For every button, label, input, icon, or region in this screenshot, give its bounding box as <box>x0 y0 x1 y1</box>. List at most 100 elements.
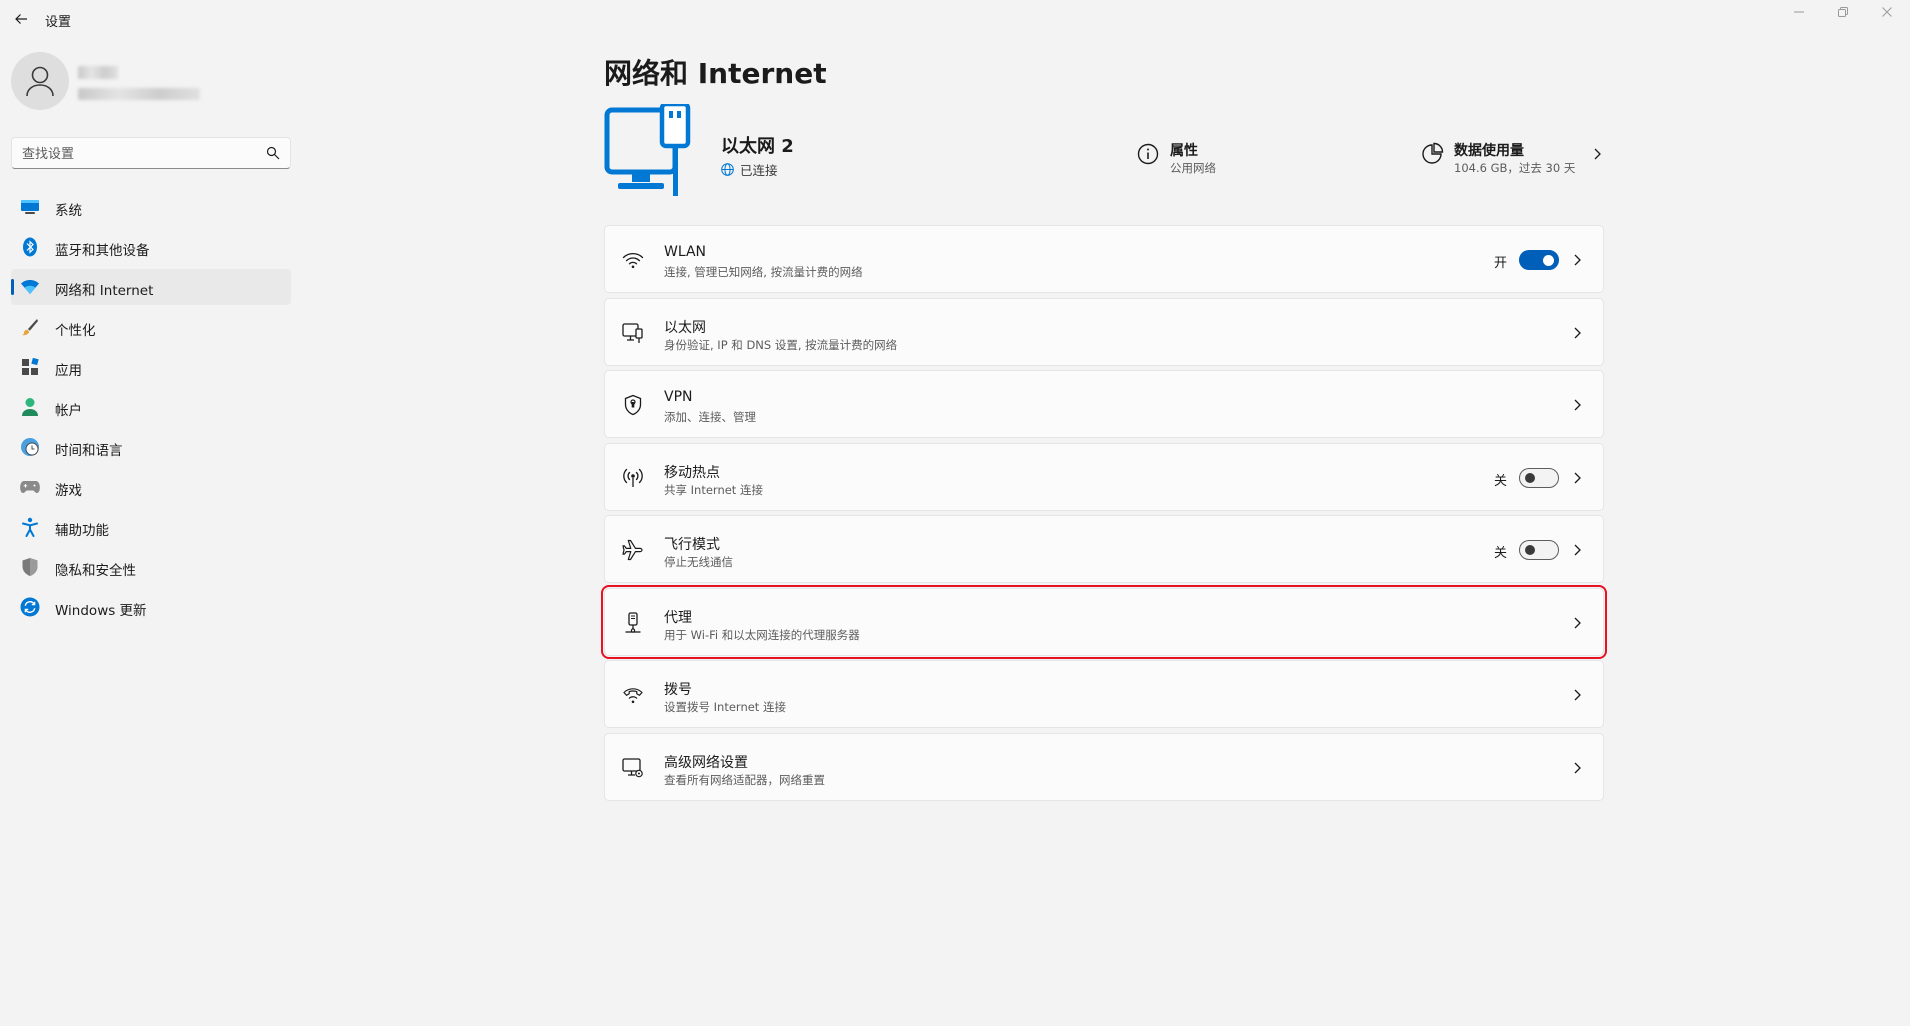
card-subtitle: 连接, 管理已知网络, 按流量计费的网络 <box>664 265 863 279</box>
hotspot-toggle[interactable] <box>1519 467 1559 488</box>
search-input[interactable] <box>22 144 252 164</box>
restore-icon <box>1838 7 1848 17</box>
back-arrow-icon <box>15 14 27 24</box>
sidebar-item-label: 应用 <box>55 363 82 379</box>
toggle-state-label: 关 <box>1493 473 1507 489</box>
toggle-knob <box>1525 472 1535 483</box>
chevron-right-icon <box>1574 254 1581 266</box>
toggle-knob <box>1525 545 1535 555</box>
account-icon <box>20 397 40 417</box>
connection-status-text: 已连接 <box>740 163 778 178</box>
chevron-right-icon <box>1574 327 1581 338</box>
search-icon[interactable] <box>266 146 280 160</box>
sidebar-item-accounts[interactable]: 帐户 <box>11 389 291 425</box>
card-title: WLAN <box>664 244 707 260</box>
card-subtitle: 添加、连接、管理 <box>664 410 756 424</box>
ethernet-card[interactable]: 以太网 身份验证, IP 和 DNS 设置, 按流量计费的网络 <box>604 297 1604 366</box>
card-title: 飞行模式 <box>664 537 720 553</box>
apps-icon <box>20 357 40 377</box>
toggle-state-label: 开 <box>1493 256 1507 271</box>
card-title: 高级网络设置 <box>664 754 748 771</box>
toggle-state-label: 关 <box>1493 546 1507 561</box>
dialup-icon <box>621 683 645 707</box>
info-icon <box>1137 143 1159 165</box>
card-subtitle: 用于 Wi-Fi 和以太网连接的代理服务器 <box>664 627 860 642</box>
advanced-network-icon <box>621 756 645 780</box>
user-profile[interactable] <box>10 52 290 112</box>
wlan-toggle[interactable] <box>1519 250 1559 270</box>
sidebar-item-label: 网络和 Internet <box>55 283 154 299</box>
chevron-right-icon <box>1574 689 1581 701</box>
close-button[interactable] <box>1864 0 1910 24</box>
system-icon <box>20 197 40 217</box>
card-title: VPN <box>664 389 693 405</box>
chevron-right-icon <box>1574 472 1581 483</box>
chevron-right-icon <box>1594 148 1601 160</box>
connection-status: 已连接 <box>721 160 778 179</box>
card-title: 代理 <box>664 609 692 626</box>
sidebar-item-label: 时间和语言 <box>55 443 123 459</box>
dialup-card[interactable]: 拨号 设置拨号 Internet 连接 <box>604 660 1604 728</box>
sidebar-item-label: 游戏 <box>55 483 82 499</box>
minimize-button[interactable] <box>1776 0 1822 24</box>
page-title: 网络和 Internet <box>604 57 827 90</box>
sidebar-item-label: 帐户 <box>55 403 82 419</box>
wifi-icon <box>20 277 40 297</box>
globe-icon <box>721 163 734 176</box>
title-bar: 设置 <box>0 0 1910 38</box>
card-subtitle: 身份验证, IP 和 DNS 设置, 按流量计费的网络 <box>664 337 898 352</box>
sidebar-item-accessibility[interactable]: 辅助功能 <box>11 509 291 545</box>
hotspot-card[interactable]: 移动热点 共享 Internet 连接 关 <box>604 442 1604 511</box>
chevron-right-icon <box>1574 544 1581 556</box>
airplane-icon <box>621 538 645 562</box>
gamepad-icon <box>20 477 40 497</box>
card-subtitle: 共享 Internet 连接 <box>664 482 763 497</box>
connection-name: 以太网 2 <box>721 136 794 157</box>
wlan-card[interactable]: WLAN 连接, 管理已知网络, 按流量计费的网络 开 <box>604 225 1604 293</box>
update-icon <box>20 597 40 617</box>
sidebar-item-label: 系统 <box>55 203 82 219</box>
card-subtitle: 查看所有网络适配器，网络重置 <box>664 772 825 787</box>
back-button[interactable] <box>10 8 32 30</box>
card-title: 以太网 <box>664 319 706 336</box>
ethernet-monitor-icon <box>604 104 691 196</box>
chevron-right-icon <box>1574 617 1581 628</box>
search-box[interactable] <box>11 137 291 169</box>
settings-list: WLAN 连接, 管理已知网络, 按流量计费的网络 开 以太网 身份验证, IP… <box>601 225 1607 805</box>
sidebar-item-gaming[interactable]: 游戏 <box>11 469 291 505</box>
person-icon <box>26 66 54 97</box>
minimize-icon <box>1794 11 1804 13</box>
chevron-right-icon <box>1574 399 1581 411</box>
sidebar-item-label: 辅助功能 <box>55 523 109 539</box>
sidebar-item-privacy[interactable]: 隐私和安全性 <box>11 549 291 585</box>
pie-chart-icon <box>1422 142 1444 164</box>
airplane-mode-toggle[interactable] <box>1519 540 1559 560</box>
proxy-card[interactable]: 代理 用于 Wi-Fi 和以太网连接的代理服务器 <box>601 584 1607 659</box>
sidebar-item-apps[interactable]: 应用 <box>11 349 291 385</box>
sidebar-item-windows-update[interactable]: Windows 更新 <box>11 589 291 625</box>
sidebar-item-label: Windows 更新 <box>55 603 147 619</box>
sidebar-item-system[interactable]: 系统 <box>11 189 291 225</box>
advanced-network-settings-card[interactable]: 高级网络设置 查看所有网络适配器，网络重置 <box>604 732 1604 801</box>
card-subtitle: 停止无线通信 <box>664 555 733 569</box>
sidebar-item-time-language[interactable]: 时间和语言 <box>11 429 291 465</box>
restore-button[interactable] <box>1820 0 1866 24</box>
bluetooth-icon <box>20 237 40 257</box>
card-title: 拨号 <box>664 682 692 698</box>
sidebar-item-label: 个性化 <box>55 323 96 339</box>
properties-link[interactable]: 属性 公用网络 <box>1136 134 1256 175</box>
card-title: 移动热点 <box>664 464 720 481</box>
airplane-mode-card[interactable]: 飞行模式 停止无线通信 关 <box>604 515 1604 583</box>
wifi-icon <box>621 248 645 272</box>
sidebar-item-network[interactable]: 网络和 Internet <box>11 269 291 305</box>
vpn-shield-icon <box>621 393 645 417</box>
vpn-card[interactable]: VPN 添加、连接、管理 <box>604 370 1604 438</box>
sidebar-item-personalization[interactable]: 个性化 <box>11 309 291 345</box>
user-email-redacted <box>78 88 200 100</box>
connection-summary: 以太网 2 已连接 属性 公用网络 数据使用量 104.6 GB，过去 30 天 <box>604 104 1604 200</box>
data-usage-link[interactable]: 数据使用量 104.6 GB，过去 30 天 <box>1420 134 1604 175</box>
app-title: 设置 <box>45 15 72 30</box>
sidebar-item-bluetooth[interactable]: 蓝牙和其他设备 <box>11 229 291 265</box>
ethernet-icon <box>621 321 645 345</box>
proxy-icon <box>621 611 645 635</box>
